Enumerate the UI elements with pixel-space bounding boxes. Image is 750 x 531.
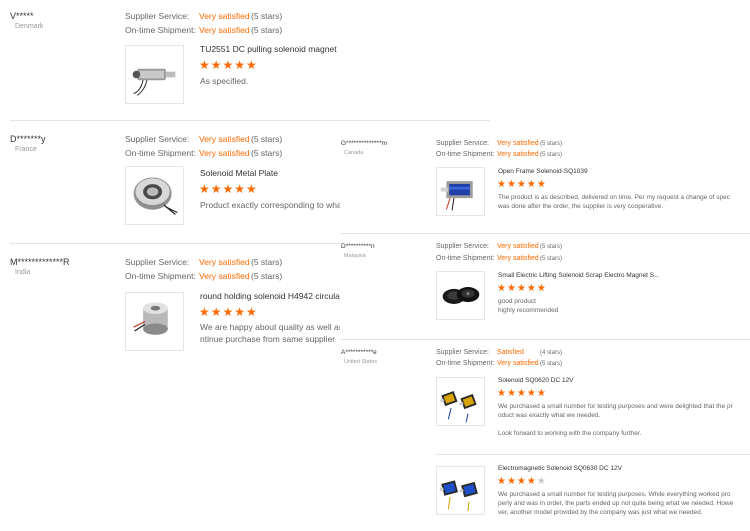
shipment-value: Very satisfied — [199, 25, 250, 35]
review-item: G**************m Canada Supplier Service… — [340, 128, 750, 232]
buyer-name: M*************R — [10, 257, 70, 267]
review-comment: We are happy about quality as well as p … — [200, 322, 340, 344]
supplier-service-rating: Supplier Service: Very satisfied(5 stars) — [125, 257, 282, 267]
product-title[interactable]: Small Electric Lifting Solenoid Scrap El… — [498, 272, 748, 279]
buyer-country: Malaysia — [344, 253, 366, 259]
stars-empty: ★ — [536, 476, 547, 487]
shipment-label: On-time Shipment: — [125, 148, 196, 158]
product-title[interactable]: Electromagnetic Solenoid SQ0630 DC 12V — [498, 465, 748, 472]
shipment-label: On-time Shipment: — [125, 25, 196, 35]
supplier-service-stars: (5 stars) — [251, 11, 283, 21]
supplier-service-label: Supplier Service: — [436, 243, 489, 250]
supplier-service-label: Supplier Service: — [436, 140, 489, 147]
shipment-value: Very satisfied — [497, 151, 539, 158]
review-item: A***********e United States Supplier Ser… — [340, 340, 750, 530]
sq0630-solenoid-image[interactable] — [436, 466, 485, 515]
shipment-rating: On-time Shipment: Very satisfied(5 stars) — [125, 148, 282, 158]
product-rating-stars: ★★★★★ — [497, 476, 547, 487]
supplier-service-stars: (5 stars) — [251, 134, 283, 144]
review-comment: good product highly recommended — [498, 298, 559, 314]
supplier-service-rating: Supplier Service: Very satisfied(5 stars) — [125, 11, 282, 21]
product-rating-stars: ★★★★★ — [199, 58, 258, 72]
open-frame-solenoid-image[interactable] — [436, 167, 485, 216]
review-comment: We purchased a small number for testing … — [498, 403, 733, 437]
buyer-name: G**************m — [341, 140, 387, 147]
supplier-service-rating: Supplier Service: Very satisfied(5 stars) — [436, 243, 562, 250]
product-rating-stars: ★★★★★ — [199, 182, 258, 196]
shipment-stars: (5 stars) — [251, 271, 283, 281]
buyer-name: V***** — [10, 11, 34, 21]
pull-solenoid-image[interactable] — [125, 45, 184, 104]
shipment-value: Very satisfied — [199, 148, 250, 158]
shipment-rating: On-time Shipment: Very satisfied(5 stars) — [436, 360, 562, 367]
supplier-service-rating: Supplier Service: Very satisfied(5 stars) — [436, 140, 562, 147]
supplier-service-rating: Supplier Service: Satisfied (4 stars) — [436, 349, 562, 356]
review-comment: Product exactly corresponding to what — [200, 200, 340, 210]
review-comment: As specified. — [200, 76, 249, 86]
supplier-service-value: Very satisfied — [199, 134, 250, 144]
sq0620-solenoid-image[interactable] — [436, 377, 485, 426]
product-title[interactable]: Solenoid Metal Plate — [200, 168, 340, 178]
review-item: D**********n Malaysia Supplier Service: V… — [340, 234, 750, 338]
supplier-service-value: Satisfied — [497, 349, 524, 356]
supplier-service-value: Very satisfied — [199, 257, 250, 267]
product-rating-stars: ★★★★★ — [497, 283, 547, 294]
shipment-rating: On-time Shipment: Very satisfied(5 stars) — [125, 25, 282, 35]
shipment-label: On-time Shipment: — [436, 360, 495, 367]
stars-filled: ★★★★ — [497, 476, 537, 487]
metal-plate-solenoid-image[interactable] — [125, 166, 184, 225]
buyer-country: Denmark — [15, 23, 44, 30]
product-title[interactable]: Solenoid SQ0620 DC 12V — [498, 377, 748, 384]
supplier-service-stars: (5 stars) — [540, 244, 563, 250]
buyer-name: D**********n — [341, 243, 375, 250]
supplier-service-label: Supplier Service: — [125, 257, 190, 267]
product-rating-stars: ★★★★★ — [497, 179, 547, 190]
shipment-stars: (5 stars) — [540, 152, 563, 158]
reviews-panel-right: G**************m Canada Supplier Service… — [340, 128, 750, 531]
shipment-rating: On-time Shipment: Very satisfied(5 stars) — [436, 255, 562, 262]
buyer-country: France — [15, 146, 37, 153]
supplier-service-stars: (5 stars) — [251, 257, 283, 267]
shipment-label: On-time Shipment: — [436, 255, 495, 262]
shipment-stars: (5 stars) — [251, 148, 283, 158]
supplier-service-rating: Supplier Service: Very satisfied(5 stars) — [125, 134, 282, 144]
shipment-stars: (5 stars) — [251, 25, 283, 35]
supplier-service-label: Supplier Service: — [125, 134, 190, 144]
shipment-stars: (5 stars) — [540, 256, 563, 262]
product-rating-stars: ★★★★★ — [199, 305, 258, 319]
buyer-country: United States — [344, 359, 378, 365]
product-title[interactable]: TU2551 DC pulling solenoid magnet — [200, 44, 490, 54]
review-comment: We purchased a small number for testing … — [498, 491, 734, 516]
shipment-value: Very satisfied — [497, 360, 539, 367]
supplier-service-label: Supplier Service: — [436, 349, 489, 356]
supplier-service-value: Very satisfied — [497, 140, 539, 147]
review-comment: The product is as described, delivered o… — [498, 194, 730, 210]
product-divider — [435, 454, 750, 455]
product-rating-stars: ★★★★★ — [497, 388, 547, 399]
shipment-value: Very satisfied — [497, 255, 539, 262]
shipment-stars: (5 stars) — [540, 361, 563, 367]
shipment-label: On-time Shipment: — [436, 151, 495, 158]
shipment-rating: On-time Shipment: Very satisfied(5 stars) — [436, 151, 562, 158]
supplier-service-stars: (5 stars) — [540, 141, 563, 147]
review-item: V***** Denmark Supplier Service: Very sat… — [0, 0, 490, 120]
shipment-value: Very satisfied — [199, 271, 250, 281]
supplier-service-value: Very satisfied — [199, 11, 250, 21]
supplier-service-value: Very satisfied — [497, 243, 539, 250]
lifting-magnet-image[interactable] — [436, 271, 485, 320]
buyer-name: D*******y — [10, 134, 46, 144]
buyer-country: India — [15, 269, 31, 276]
shipment-rating: On-time Shipment: Very satisfied(5 stars) — [125, 271, 282, 281]
buyer-name: A***********e — [341, 349, 377, 356]
product-title[interactable]: Open Frame Solenoid-SQ1039 — [498, 168, 748, 175]
supplier-service-stars: (4 stars) — [540, 350, 563, 356]
supplier-service-label: Supplier Service: — [125, 11, 190, 21]
buyer-country: Canada — [344, 150, 364, 156]
product-title[interactable]: round holding solenoid H4942 circular — [200, 291, 340, 301]
round-holding-solenoid-image[interactable] — [125, 292, 184, 351]
shipment-label: On-time Shipment: — [125, 271, 196, 281]
